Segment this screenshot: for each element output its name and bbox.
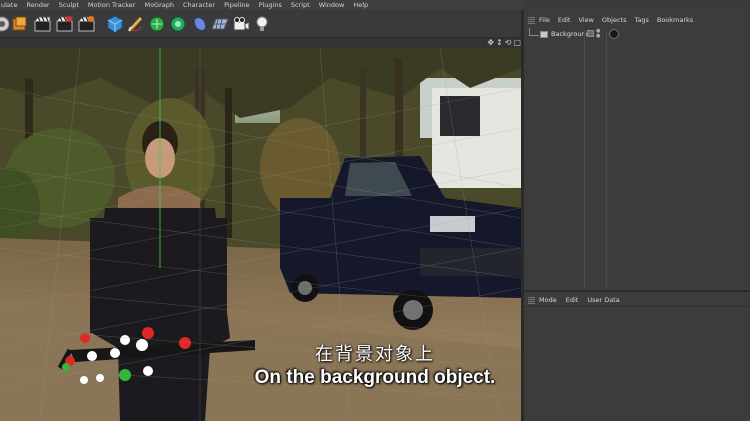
menu-edit[interactable]: Edit bbox=[566, 296, 579, 304]
undo-object-icon[interactable] bbox=[10, 14, 30, 34]
viewport-header: ✥ ↕ ⟲ ▢ bbox=[0, 38, 524, 48]
render-picture-viewer-icon[interactable] bbox=[55, 14, 75, 34]
menu-sculpt[interactable]: Sculpt bbox=[59, 0, 79, 10]
layer-visibility-icon[interactable] bbox=[587, 30, 594, 37]
object-row-background[interactable]: Background ● ● bbox=[524, 28, 750, 39]
menu-character[interactable]: Character bbox=[183, 0, 215, 10]
tree-line bbox=[529, 28, 539, 36]
background-object-icon bbox=[540, 30, 548, 38]
menu-simulate[interactable]: ulate bbox=[1, 0, 17, 10]
menu-edit[interactable]: Edit bbox=[558, 16, 571, 24]
render-settings-icon[interactable] bbox=[77, 14, 97, 34]
menu-mode[interactable]: Mode bbox=[539, 296, 557, 304]
menu-tags[interactable]: Tags bbox=[634, 16, 648, 24]
menu-plugins[interactable]: Plugins bbox=[259, 0, 282, 10]
menu-bookmarks[interactable]: Bookmarks bbox=[657, 16, 693, 24]
menu-window[interactable]: Window bbox=[319, 0, 345, 10]
render-view-icon[interactable] bbox=[33, 14, 53, 34]
menu-script[interactable]: Script bbox=[291, 0, 310, 10]
zoom-view-icon[interactable]: ↕ bbox=[496, 38, 503, 48]
camera-icon[interactable] bbox=[231, 14, 251, 34]
panel-grip-icon[interactable] bbox=[528, 296, 535, 304]
column-divider bbox=[606, 30, 607, 288]
column-divider bbox=[584, 30, 585, 288]
viewport-navigation: ✥ ↕ ⟲ ▢ bbox=[487, 38, 521, 48]
pen-spline-icon[interactable] bbox=[126, 14, 146, 34]
object-manager-panel: File Edit View Objects Tags Bookmarks Ba… bbox=[524, 10, 750, 290]
panel-grip-icon[interactable] bbox=[528, 16, 535, 24]
maximize-view-icon[interactable]: ▢ bbox=[513, 38, 521, 48]
rotate-view-icon[interactable]: ⟲ bbox=[505, 38, 512, 48]
object-manager-menubar: File Edit View Objects Tags Bookmarks bbox=[524, 14, 750, 26]
deformer-icon[interactable] bbox=[190, 14, 210, 34]
light-bulb-icon[interactable] bbox=[252, 14, 272, 34]
cube-icon[interactable] bbox=[105, 14, 125, 34]
menu-pipeline[interactable]: Pipeline bbox=[224, 0, 249, 10]
menu-help[interactable]: Help bbox=[353, 0, 368, 10]
editor-render-dots-icon[interactable]: ● ● bbox=[596, 29, 600, 39]
cloner-icon[interactable] bbox=[168, 14, 188, 34]
subdivision-surface-icon[interactable] bbox=[147, 14, 167, 34]
separator bbox=[524, 306, 750, 307]
attribute-manager-panel: Mode Edit User Data bbox=[524, 292, 750, 421]
menu-motion-tracker[interactable]: Motion Tracker bbox=[88, 0, 136, 10]
floor-icon[interactable] bbox=[210, 14, 230, 34]
main-toolbar bbox=[0, 10, 524, 38]
move-view-icon[interactable]: ✥ bbox=[487, 38, 494, 48]
menu-view[interactable]: View bbox=[578, 16, 593, 24]
attribute-manager-menubar: Mode Edit User Data bbox=[524, 294, 750, 306]
texture-tag-icon[interactable] bbox=[609, 29, 619, 39]
main-menubar: ulate Render Sculpt Motion Tracker MoGra… bbox=[0, 0, 524, 10]
menu-objects[interactable]: Objects bbox=[602, 16, 627, 24]
menu-file[interactable]: File bbox=[539, 16, 550, 24]
menu-user-data[interactable]: User Data bbox=[587, 296, 619, 304]
menu-render[interactable]: Render bbox=[26, 0, 49, 10]
menu-mograph[interactable]: MoGraph bbox=[144, 0, 174, 10]
